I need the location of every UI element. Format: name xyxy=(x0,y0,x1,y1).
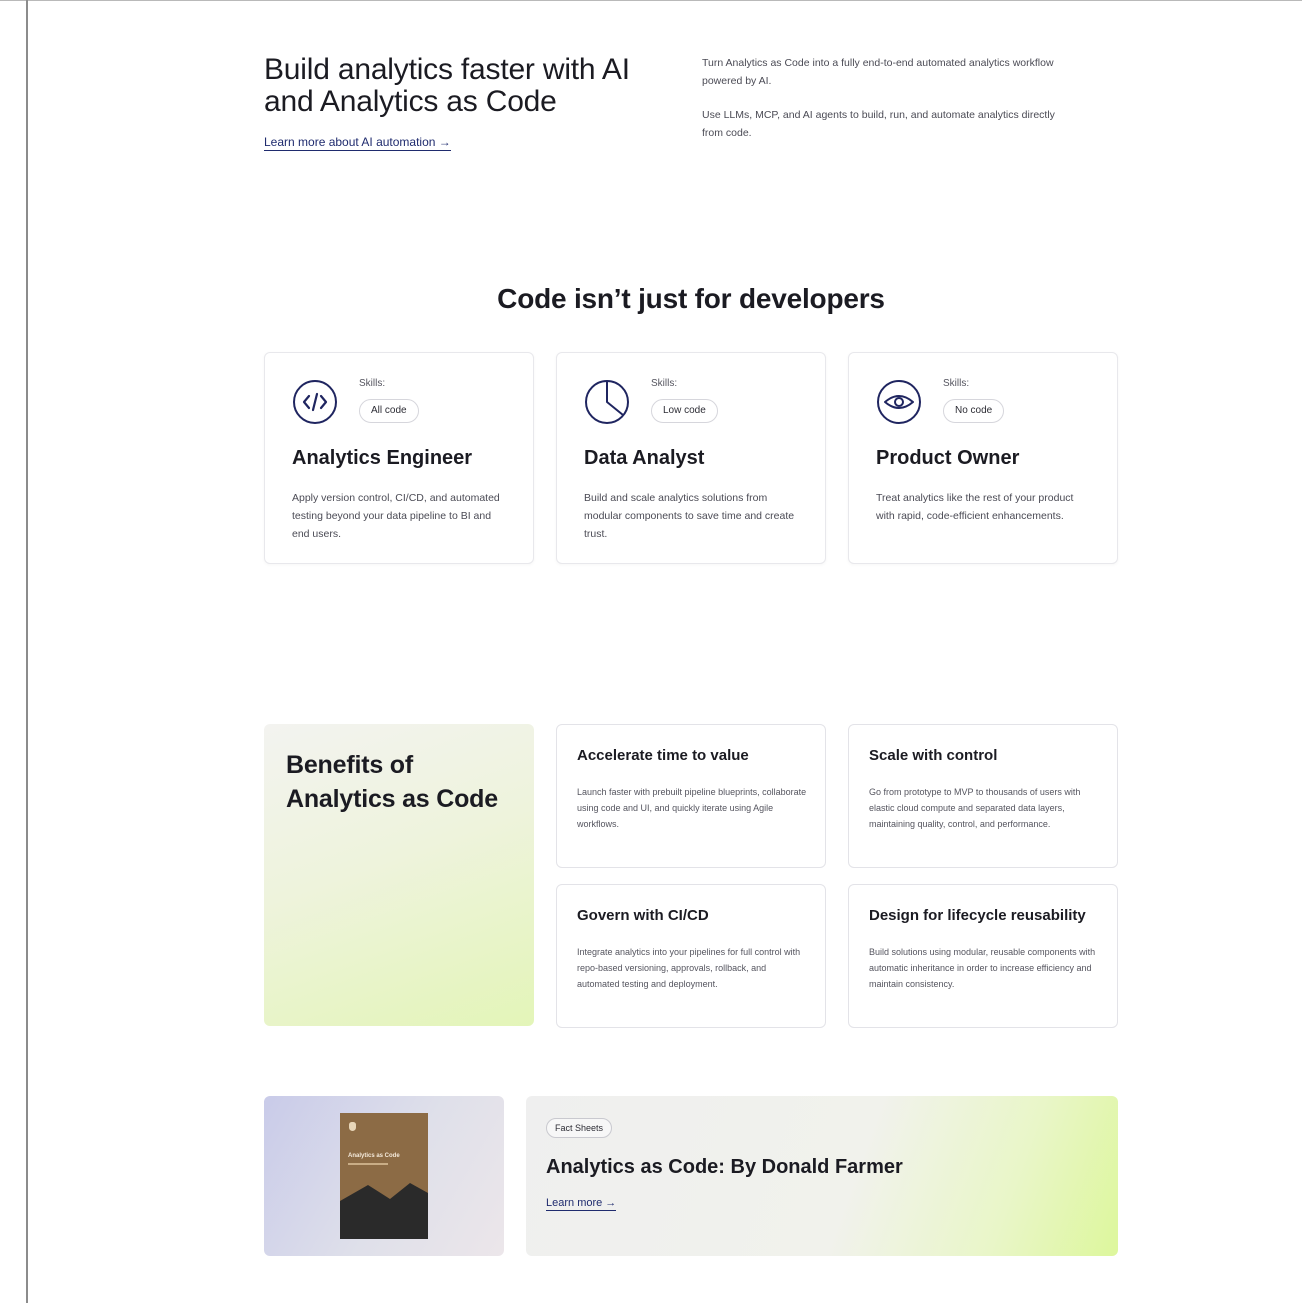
benefit-card-scale: Scale with control Go from prototype to … xyxy=(848,724,1118,868)
window-top-edge xyxy=(0,0,1302,1)
role-description: Apply version control, CI/CD, and automa… xyxy=(292,492,500,540)
role-card-data-analyst: Skills: Low code Data Analyst Build and … xyxy=(556,352,826,564)
resource-title: Analytics as Code: By Donald Farmer xyxy=(546,1156,903,1178)
mountain-graphic-icon xyxy=(340,1183,428,1239)
benefit-card-accelerate: Accelerate time to value Launch faster w… xyxy=(556,724,826,868)
benefits-intro-panel: Benefits of Analytics as Code xyxy=(264,724,534,1026)
resource-card[interactable]: Fact Sheets Analytics as Code: By Donald… xyxy=(526,1096,1118,1256)
benefits-title: Benefits of Analytics as Code xyxy=(286,751,498,813)
roles-section-title: Code isn’t just for developers xyxy=(497,283,885,314)
role-title: Product Owner xyxy=(876,447,1020,469)
benefit-title: Scale with control xyxy=(869,747,998,764)
learn-more-ai-link[interactable]: Learn more about AI automation → xyxy=(264,135,451,151)
skills-label: Skills: xyxy=(943,378,970,389)
skill-chip: Low code xyxy=(651,399,718,423)
benefit-description: Integrate analytics into your pipelines … xyxy=(577,947,801,989)
skills-label: Skills: xyxy=(359,378,386,389)
role-card-product-owner: Skills: No code Product Owner Treat anal… xyxy=(848,352,1118,564)
role-title: Analytics Engineer xyxy=(292,447,473,469)
benefit-title: Accelerate time to value xyxy=(577,747,749,764)
benefit-description: Build solutions using modular, reusable … xyxy=(869,947,1096,989)
resource-learn-more-link[interactable]: Learn more → xyxy=(546,1197,617,1211)
brand-logo-icon xyxy=(349,1122,356,1131)
role-card-analytics-engineer: Skills: All code Analytics Engineer Appl… xyxy=(264,352,534,564)
benefit-title: Govern with CI/CD xyxy=(577,907,709,924)
book-cover-image: Analytics as Code xyxy=(340,1113,428,1239)
hero-title: Build analytics faster with AI and Analy… xyxy=(264,53,630,118)
benefit-title: Design for lifecycle reusability xyxy=(869,907,1086,924)
book-cover-subtitle-bar xyxy=(348,1163,388,1165)
role-description: Build and scale analytics solutions from… xyxy=(584,492,795,540)
eye-icon xyxy=(877,380,921,424)
resource-type-chip: Fact Sheets xyxy=(546,1118,613,1138)
skill-chip: No code xyxy=(943,399,1005,423)
benefit-description: Go from prototype to MVP to thousands of… xyxy=(869,787,1081,829)
skills-label: Skills: xyxy=(651,378,678,389)
role-title: Data Analyst xyxy=(584,447,705,469)
benefit-card-lifecycle: Design for lifecycle reusability Build s… xyxy=(848,884,1118,1028)
code-brackets-icon xyxy=(293,380,337,424)
resource-thumbnail[interactable]: Analytics as Code xyxy=(264,1096,504,1256)
book-cover-title: Analytics as Code xyxy=(348,1153,400,1159)
hero-paragraph: Use LLMs, MCP, and AI agents to build, r… xyxy=(702,109,1055,139)
role-description: Treat analytics like the rest of your pr… xyxy=(876,492,1074,522)
benefit-card-govern: Govern with CI/CD Integrate analytics in… xyxy=(556,884,826,1028)
hero-description: Turn Analytics as Code into a fully end-… xyxy=(702,54,1072,158)
window-left-edge xyxy=(26,0,28,1303)
hero-paragraph: Turn Analytics as Code into a fully end-… xyxy=(702,57,1054,87)
pie-chart-icon xyxy=(585,380,629,424)
benefit-description: Launch faster with prebuilt pipeline blu… xyxy=(577,787,807,829)
skill-chip: All code xyxy=(359,399,419,423)
